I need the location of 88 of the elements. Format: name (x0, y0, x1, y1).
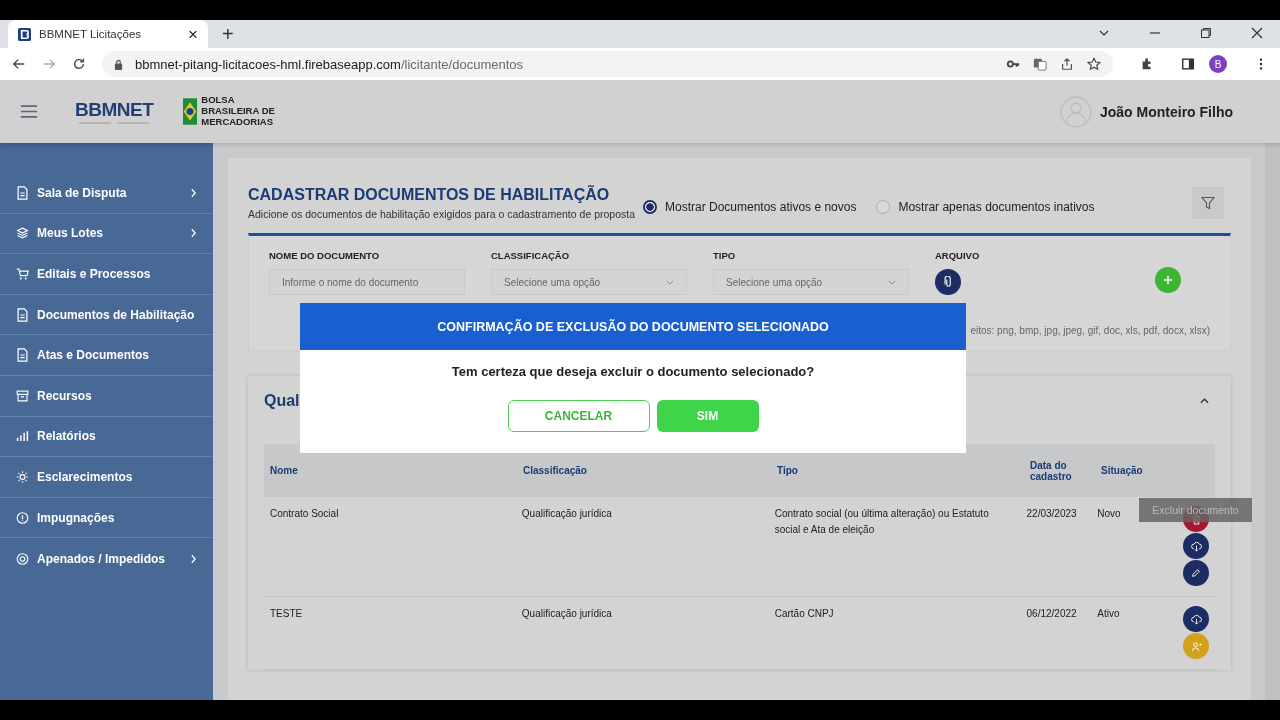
translate-icon[interactable] (1033, 57, 1047, 71)
reload-icon[interactable] (72, 57, 86, 71)
new-tab-button[interactable]: + (222, 24, 234, 44)
sidebar-item[interactable]: Esclarecimentos (0, 457, 213, 498)
chevron-up-icon[interactable] (1200, 398, 1209, 404)
cart-icon (16, 267, 29, 281)
plus-icon (1163, 275, 1173, 285)
document-icon (16, 348, 29, 363)
site-logo-icon (18, 27, 31, 41)
table-cell-text: Ativo (1096, 607, 1121, 621)
bar-chart-icon (16, 429, 29, 444)
info-icon (16, 510, 29, 525)
sidebar-item[interactable]: Apenados / Impedidos (0, 538, 213, 579)
tab-close-button[interactable]: × (188, 25, 198, 43)
sidebar-item[interactable]: Meus Lotes (0, 213, 213, 255)
profile-avatar[interactable]: B (1209, 55, 1227, 73)
table-cell-text: Cartão CNPJ (773, 607, 835, 621)
document-icon (16, 307, 29, 322)
input-field[interactable]: Informe o nome do documento (269, 269, 465, 295)
flag-icon (183, 95, 198, 128)
address-field[interactable]: bbmnet-pitang-licitacoes-hml.firebaseapp.com/licitante/documentos (102, 51, 1113, 77)
tab-title: BBMNET Licitações (39, 28, 143, 40)
target-icon (16, 551, 29, 566)
archive-icon (16, 388, 29, 403)
field-label: CLASSIFICAÇÃO (491, 250, 571, 261)
lock-icon (114, 58, 123, 70)
chevron-right-icon (190, 187, 197, 198)
page-subtitle: Adicione os documentos de habilitação exigidos para o cadastramento de proposta (248, 208, 635, 220)
table-cell-text: Qualificação jurídica (520, 507, 613, 521)
sun-icon (16, 469, 29, 484)
paperclip-icon (943, 276, 953, 288)
share-icon[interactable] (1060, 57, 1074, 71)
browser-tab[interactable]: BBMNET Licitações × (8, 20, 208, 48)
sidebar-item[interactable]: Relatórios (0, 416, 213, 458)
sidebar-item[interactable]: Impugnações (0, 497, 213, 539)
filter-button[interactable] (1192, 187, 1224, 219)
table-cell-text: TESTE (269, 607, 304, 621)
dialog-message: Tem certeza que deseja excluir o documento selecionado? (451, 364, 815, 379)
download-button[interactable] (1183, 533, 1209, 559)
sidebar-item[interactable]: Atas e Documentos (0, 335, 213, 376)
side-panel-icon[interactable] (1181, 57, 1195, 71)
column-header: Data do cadastro (1029, 459, 1073, 482)
partner-logo-text: BOLSA BRASILEIRA DE MERCADORIAS (201, 95, 276, 128)
restore-icon[interactable] (1200, 27, 1212, 39)
field-label: ARQUIVO (935, 250, 980, 261)
sidebar-item[interactable]: Editais e Processos (0, 254, 213, 295)
user-name[interactable]: João Monteiro Filho (1100, 103, 1233, 120)
chevron-right-icon (190, 553, 197, 564)
section-title: Qual (264, 392, 300, 410)
table-cell-text: Qualificação jurídica (520, 607, 613, 621)
table-cell-text: Contrato social (ou última alteração) ou Estatuto social e Ata de eleição (773, 507, 990, 537)
select-field[interactable]: Selecione uma opção (713, 269, 909, 295)
sidebar-item[interactable]: Recursos (0, 375, 213, 417)
download-button[interactable] (1183, 606, 1209, 632)
field-label: TIPO (713, 250, 737, 261)
table-cell-text: 06/12/2022 (1025, 607, 1078, 621)
scrollbar[interactable] (1265, 143, 1280, 700)
star-icon[interactable] (1087, 57, 1101, 71)
tooltip: Excluir documento (1139, 498, 1252, 522)
back-icon[interactable] (12, 57, 26, 71)
column-header: Nome (269, 465, 299, 476)
sidebar-item[interactable]: Sala de Disputa (0, 173, 213, 214)
pencil-icon (1191, 568, 1201, 578)
brand-logo: BBMNET (75, 99, 154, 119)
layers-icon (16, 226, 29, 241)
field-label: NOME DO DOCUMENTO (269, 250, 381, 261)
page-title: CADASTRAR DOCUMENTOS DE HABILITAÇÃO (248, 186, 611, 204)
column-header: Classificação (522, 465, 588, 476)
cloud-download-icon (1190, 613, 1202, 625)
cloud-download-icon (1190, 540, 1202, 552)
chevron-down-icon (666, 279, 674, 285)
table-cell-text: 22/03/2023 (1025, 507, 1078, 521)
edit-button[interactable] (1183, 560, 1209, 586)
sidebar-item[interactable]: Documentos de Habilitação (0, 294, 213, 336)
document-icon (16, 185, 29, 200)
person-icon (1190, 640, 1202, 652)
chevron-right-icon (190, 228, 197, 239)
formats-note: eitos: png, bmp, jpg, jpeg, gif, doc, xls, pdf, docx, xlsx) (970, 325, 1210, 336)
puzzle-icon[interactable] (1140, 57, 1154, 71)
chevron-down-icon (888, 279, 896, 285)
column-header: Situação (1100, 465, 1144, 476)
dialog-title: CONFIRMAÇÃO DE EXCLUSÃO DO DOCUMENTO SELECIONADO (300, 303, 966, 350)
column-header: Tipo (776, 465, 799, 476)
close-icon[interactable] (1251, 27, 1263, 39)
filter-icon (1201, 196, 1215, 210)
table-cell-text: Contrato Social (269, 507, 340, 521)
attach-button[interactable] (935, 269, 961, 295)
select-field[interactable]: Selecione uma opção (491, 269, 687, 295)
